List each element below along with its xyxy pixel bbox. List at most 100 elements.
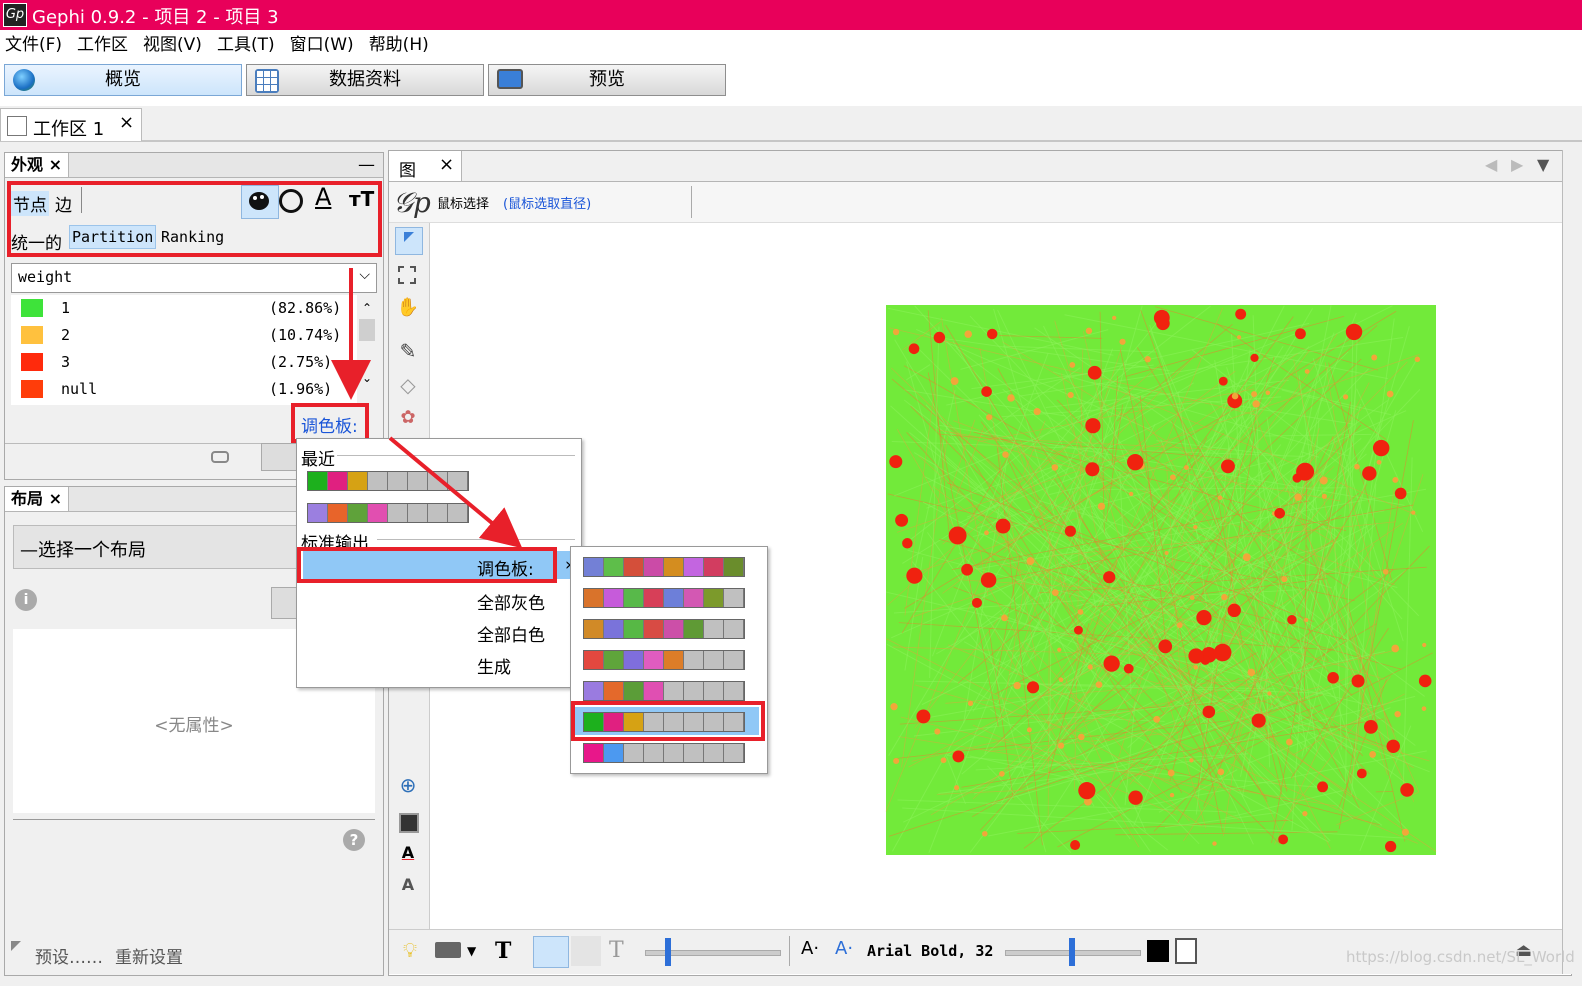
node[interactable] — [986, 414, 993, 421]
minimize-icon[interactable]: — — [358, 153, 375, 177]
close-icon[interactable]: × — [49, 155, 62, 174]
size-icon[interactable] — [279, 189, 303, 213]
node[interactable] — [1170, 474, 1176, 481]
node[interactable] — [1356, 768, 1367, 779]
node[interactable] — [986, 328, 998, 340]
screenshot-icon[interactable] — [435, 942, 461, 958]
node[interactable] — [1078, 782, 1096, 800]
node[interactable] — [1401, 828, 1409, 836]
palette-option-4[interactable] — [583, 650, 745, 670]
node[interactable] — [1363, 720, 1378, 734]
brush-icon[interactable]: ✎ — [395, 339, 421, 365]
node[interactable] — [1087, 664, 1093, 670]
node[interactable] — [980, 572, 997, 588]
edge-toggle-icon[interactable] — [533, 936, 569, 968]
menu-tools[interactable]: 工具(T) — [217, 30, 275, 60]
node[interactable] — [954, 785, 960, 791]
node[interactable] — [1227, 603, 1241, 618]
node[interactable] — [1231, 392, 1239, 400]
partition-swatch-1[interactable] — [21, 299, 43, 317]
node[interactable] — [1354, 463, 1360, 470]
node[interactable] — [1386, 390, 1394, 398]
node[interactable] — [1286, 738, 1293, 746]
node[interactable] — [1189, 595, 1195, 601]
close-icon[interactable]: × — [49, 489, 62, 508]
scroll-right-icon[interactable]: ▶ — [1511, 155, 1523, 174]
node[interactable] — [1087, 365, 1102, 380]
partition-swatch-null[interactable] — [21, 380, 43, 398]
color-palette-icon[interactable] — [241, 185, 279, 219]
edge-weight-slider-thumb[interactable] — [665, 938, 671, 966]
node[interactable] — [1057, 742, 1065, 749]
node[interactable] — [1237, 335, 1242, 340]
node[interactable] — [1372, 439, 1390, 457]
node[interactable] — [984, 530, 989, 536]
menu-item-all-white[interactable]: 全部白色 — [477, 621, 545, 646]
tab-layout[interactable]: 布局 × — [5, 487, 69, 511]
node[interactable] — [1158, 639, 1173, 654]
node[interactable] — [1385, 840, 1397, 853]
list-item[interactable]: null (1.96%) — [11, 376, 357, 402]
node[interactable] — [1167, 769, 1175, 777]
node[interactable] — [1058, 677, 1064, 683]
palette-option-2[interactable] — [583, 588, 745, 608]
node[interactable] — [1317, 781, 1329, 793]
edge-color-icon[interactable] — [571, 936, 601, 966]
node[interactable] — [1217, 495, 1223, 501]
palette-link[interactable]: 调色板: — [301, 412, 358, 437]
diamond-icon[interactable]: ◇ — [395, 373, 421, 399]
node[interactable] — [1267, 691, 1272, 696]
scrollbar-thumb[interactable] — [359, 319, 375, 341]
node[interactable] — [1026, 681, 1040, 694]
palette-option-7[interactable] — [583, 743, 745, 763]
tab-partition[interactable]: Partition — [69, 225, 157, 249]
label-size-icon[interactable]: тT — [349, 187, 374, 211]
node[interactable] — [1418, 674, 1432, 688]
node[interactable] — [982, 830, 988, 837]
node[interactable] — [1217, 768, 1225, 776]
node[interactable] — [1212, 841, 1217, 846]
font-label[interactable]: Arial Bold, 32 — [867, 942, 993, 960]
font-size-icon[interactable]: A· — [801, 938, 819, 964]
link-icon[interactable] — [211, 451, 229, 463]
mouse-selection-hint[interactable]: (鼠标选取直径) — [503, 193, 591, 212]
node[interactable] — [916, 709, 931, 724]
close-icon[interactable]: × — [119, 112, 134, 133]
node[interactable] — [1103, 571, 1116, 584]
node[interactable] — [971, 597, 982, 608]
node[interactable] — [1213, 643, 1232, 662]
node[interactable] — [1128, 491, 1134, 497]
node[interactable] — [906, 567, 923, 584]
node[interactable] — [1069, 361, 1076, 368]
node[interactable] — [1319, 476, 1328, 485]
info-icon[interactable]: i — [15, 589, 37, 611]
node-label-icon[interactable]: A — [395, 843, 421, 869]
painter-icon[interactable]: ✿ — [395, 407, 421, 433]
node[interactable] — [1302, 811, 1308, 817]
list-item[interactable]: 1 (82.86%) — [11, 295, 357, 321]
node[interactable] — [1153, 309, 1170, 326]
zoom-icon[interactable]: ⊕ — [395, 773, 421, 799]
node[interactable] — [1252, 400, 1260, 408]
node[interactable] — [1064, 525, 1076, 537]
node[interactable] — [1051, 589, 1059, 597]
node[interactable] — [1002, 451, 1009, 458]
font-color-icon[interactable]: A· — [835, 938, 853, 964]
edge-label-icon[interactable]: A — [395, 875, 421, 901]
menu-help[interactable]: 帮助(H) — [369, 30, 429, 60]
node[interactable] — [1193, 524, 1198, 530]
node[interactable] — [1112, 315, 1117, 320]
node[interactable] — [1327, 671, 1339, 684]
node[interactable] — [1247, 668, 1256, 677]
partition-swatch-2[interactable] — [21, 326, 43, 344]
node[interactable] — [1085, 327, 1093, 335]
node[interactable] — [1103, 655, 1120, 672]
node[interactable] — [1386, 739, 1400, 754]
attribute-select[interactable]: weight ⌵ — [11, 263, 377, 293]
node[interactable] — [892, 328, 900, 336]
rectangle-select-icon[interactable] — [395, 263, 421, 289]
node[interactable] — [1414, 356, 1421, 363]
tab-data-laboratory[interactable]: 数据资料 — [246, 64, 484, 96]
node[interactable] — [1376, 459, 1382, 465]
tab-nodes[interactable]: 节点 — [11, 191, 49, 216]
